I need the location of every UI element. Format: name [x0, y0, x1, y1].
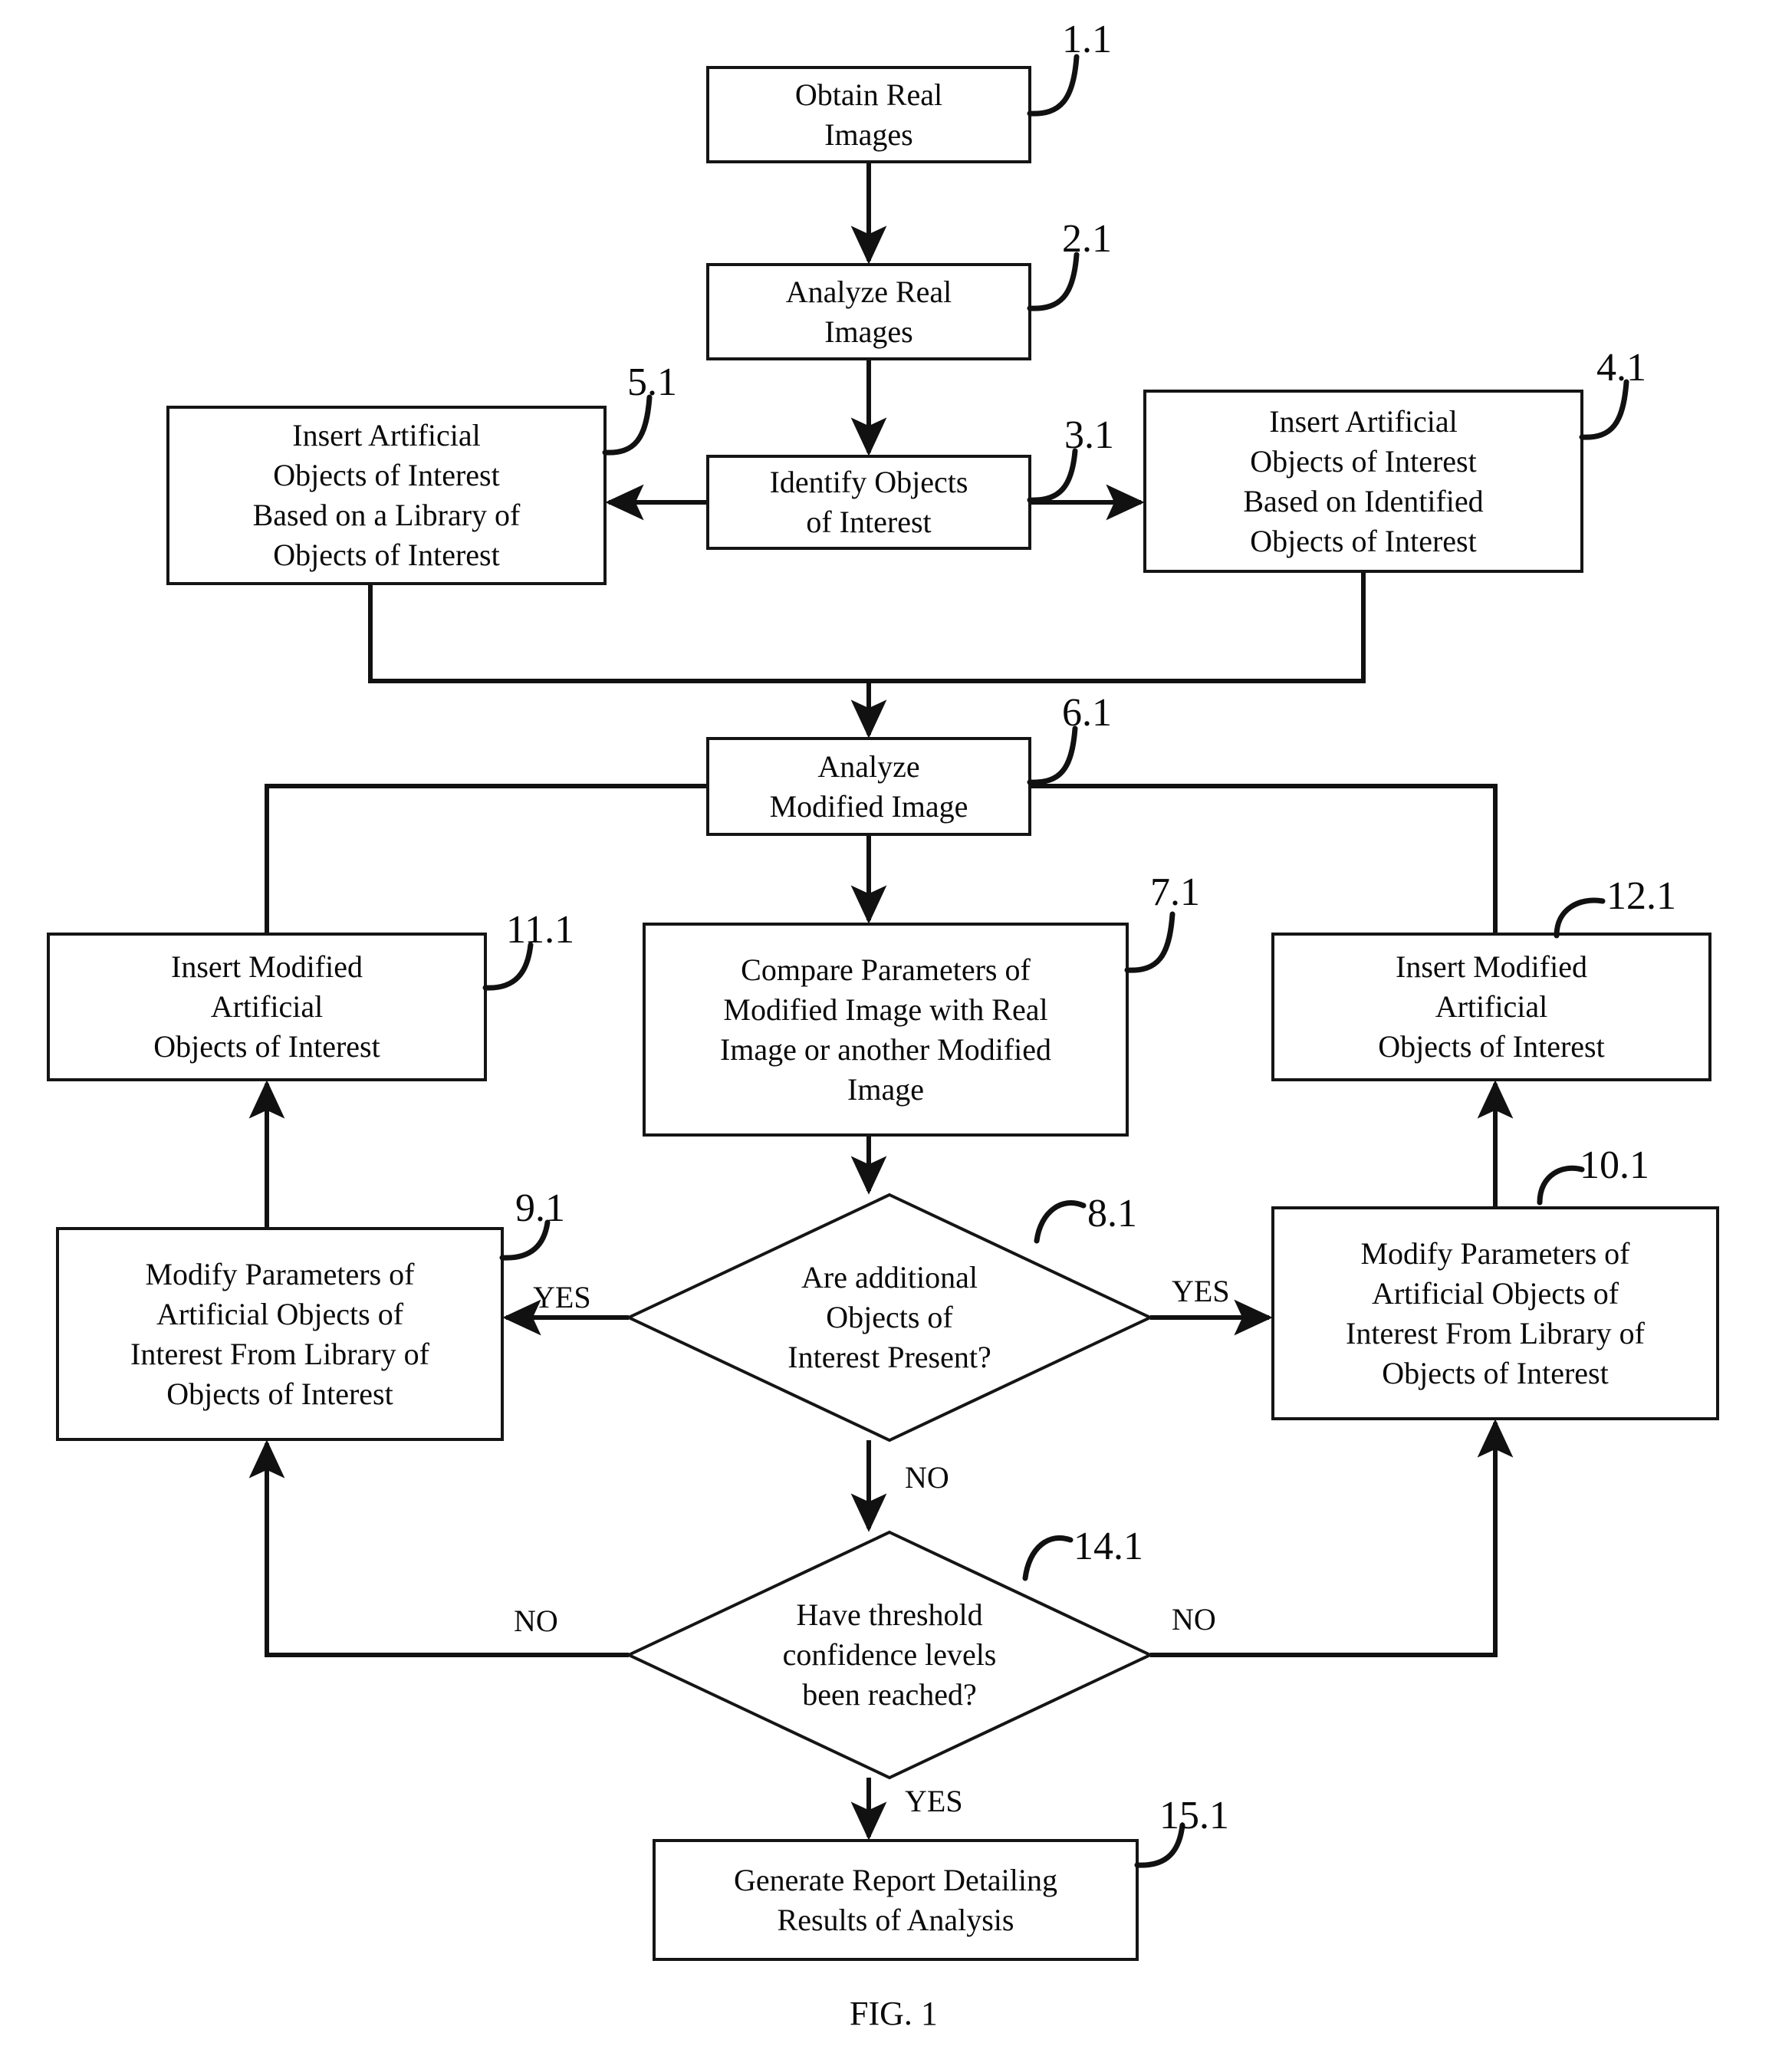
reference-numeral-14-1: 14.1	[1074, 1525, 1143, 1568]
reference-numeral-3-1: 3.1	[1064, 413, 1114, 457]
node-shape-15-1	[653, 1839, 1139, 1961]
connector-n14-no-left-to-n9	[248, 1439, 629, 1657]
leader-line-1-1	[1027, 54, 1080, 117]
reference-numeral-11-1: 11.1	[506, 908, 575, 952]
edge-label-no-3: NO	[514, 1604, 558, 1638]
reference-numeral-12-1: 12.1	[1606, 874, 1676, 918]
edge-label-no-4: NO	[1172, 1602, 1216, 1637]
edge-label-yes-0: YES	[533, 1280, 591, 1314]
edge-label-no-2: NO	[905, 1460, 949, 1495]
edge-label-yes-1: YES	[1172, 1274, 1230, 1308]
node-shape-4-1	[1143, 390, 1583, 573]
node-shape-11-1	[47, 933, 487, 1081]
reference-numeral-10-1: 10.1	[1580, 1143, 1649, 1187]
figure-canvas: Obtain Real Images 1.1 Analyze Real Images 2.…	[0, 0, 1792, 2066]
leader-line-3-1	[1027, 448, 1078, 503]
reference-numeral-1-1: 1.1	[1062, 18, 1112, 61]
connector-n5-down-merge	[368, 584, 869, 683]
node-shape-8-1	[625, 1193, 1154, 1443]
figure-caption: FIG. 1	[850, 1995, 938, 2032]
leader-line-7-1	[1124, 911, 1175, 973]
node-shape-2-1	[706, 263, 1031, 360]
node-shape-14-1	[625, 1530, 1154, 1780]
edge-label-yes-5: YES	[905, 1784, 963, 1818]
reference-numeral-5-1: 5.1	[627, 360, 677, 404]
node-shape-7-1	[643, 923, 1129, 1137]
node-shape-10-1	[1271, 1206, 1719, 1420]
leader-line-10-1	[1537, 1165, 1585, 1206]
leader-line-2-1	[1027, 252, 1080, 311]
reference-numeral-4-1: 4.1	[1596, 346, 1646, 390]
node-shape-12-1	[1271, 933, 1711, 1081]
node-shape-5-1	[166, 406, 607, 585]
reference-numeral-8-1: 8.1	[1087, 1192, 1137, 1235]
leader-line-14-1	[1022, 1535, 1074, 1581]
leader-line-12-1	[1554, 897, 1606, 939]
leader-line-5-1	[602, 394, 653, 456]
reference-numeral-6-1: 6.1	[1062, 691, 1112, 735]
flowchart-svg	[47, 54, 1719, 1961]
shape-layer	[47, 66, 1719, 1961]
reference-numeral-2-1: 2.1	[1062, 217, 1112, 261]
node-shape-1-1	[706, 66, 1031, 163]
node-shape-9-1	[56, 1227, 504, 1441]
leader-line-6-1	[1027, 725, 1078, 785]
reference-numeral-7-1: 7.1	[1150, 870, 1200, 914]
reference-numeral-15-1: 15.1	[1159, 1794, 1229, 1837]
node-shape-3-1	[706, 455, 1031, 550]
reference-numeral-9-1: 9.1	[515, 1186, 565, 1230]
connector-n4-down-merge	[869, 571, 1366, 683]
leader-line-8-1	[1034, 1200, 1087, 1244]
node-shape-6-1	[706, 737, 1031, 836]
